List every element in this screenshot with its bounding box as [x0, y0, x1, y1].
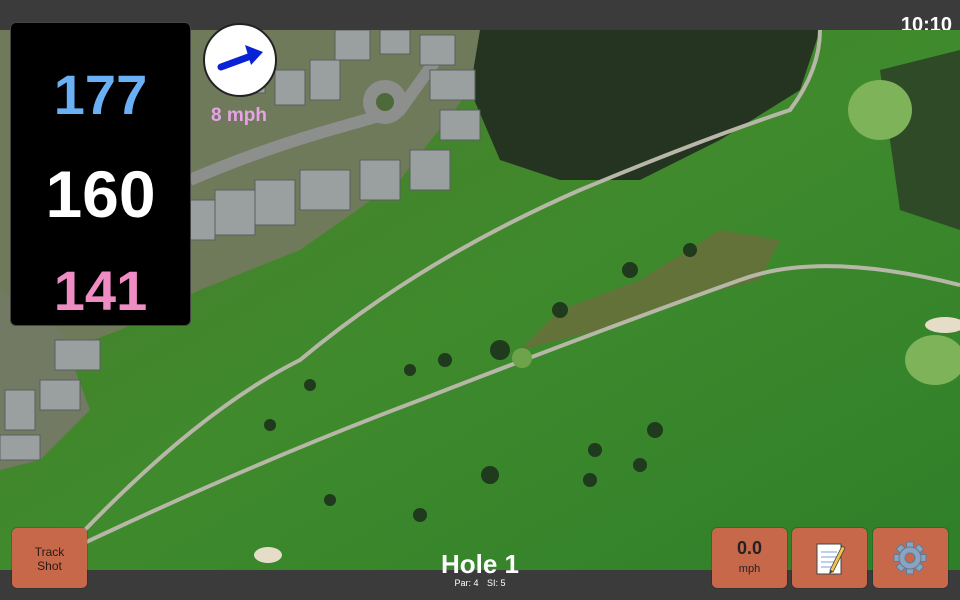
par-label: Par: 4 — [454, 578, 479, 588]
speed-button[interactable]: 0.0 mph — [712, 528, 787, 588]
distance-panel: 177 160 141 — [10, 22, 191, 326]
track-shot-label-line2: Shot — [37, 559, 62, 573]
track-shot-button[interactable]: Track Shot — [12, 528, 87, 588]
notes-button[interactable] — [792, 528, 867, 588]
stroke-index-label: SI: 5 — [487, 578, 506, 588]
wind-indicator[interactable] — [203, 23, 277, 97]
track-shot-label-line1: Track — [34, 545, 65, 559]
hole-info: Par: 4 SI: 5 — [380, 578, 580, 588]
notepad-icon — [816, 543, 846, 575]
wind-speed: 8 mph — [211, 105, 267, 126]
front-distance: 141 — [53, 259, 148, 322]
hole-title: Hole 1 — [440, 549, 520, 579]
speed-value: 0.0 — [736, 538, 763, 558]
gear-icon — [893, 541, 927, 575]
track-shot-label: Track Shot — [12, 528, 87, 573]
middle-distance: 160 — [45, 157, 156, 231]
speed-unit: mph — [738, 563, 761, 575]
arrow-icon — [217, 45, 263, 71]
settings-button[interactable] — [873, 528, 948, 588]
back-distance: 177 — [53, 63, 148, 126]
